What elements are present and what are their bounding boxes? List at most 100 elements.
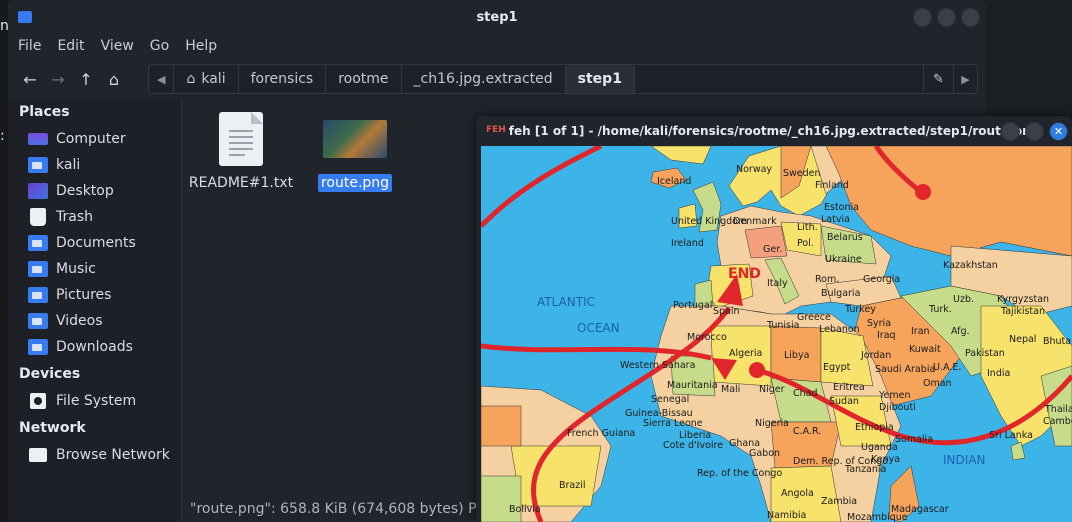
map-place-label: Finland	[815, 180, 849, 191]
end-label: END	[728, 266, 761, 282]
map-place-label: Estonia	[824, 202, 859, 213]
maximize-button[interactable]	[1025, 122, 1044, 141]
image-viewer-titlebar[interactable]: FEH feh [1 of 1] - /home/kali/forensics/…	[476, 116, 1072, 146]
map-place-label: Uzb.	[953, 294, 974, 305]
sidebar-item-documents[interactable]: Documents	[8, 230, 181, 256]
breadcrumb-forensics[interactable]: forensics	[239, 65, 327, 93]
sidebar-item-label: Trash	[56, 209, 93, 225]
map-place-label: Libya	[784, 350, 809, 361]
map-place-label: Tunisia	[766, 320, 799, 331]
map-place-label: Iran	[911, 326, 930, 337]
map-place-label: Ukraine	[825, 254, 862, 265]
sidebar-item-trash[interactable]: Trash	[8, 204, 181, 230]
folder-icon	[18, 11, 32, 23]
map-place-label: Syria	[867, 318, 891, 329]
map-place-label: Portugal	[673, 300, 712, 311]
sea-label: ATLANTIC	[537, 295, 595, 309]
file-item-readme[interactable]: README#1.txt	[186, 112, 296, 192]
map-place-label: Chad	[793, 388, 818, 399]
map-place-label: Sudan	[829, 396, 859, 407]
menu-bar: File Edit View Go Help	[8, 34, 986, 58]
sidebar-item-label: Desktop	[56, 183, 114, 199]
sidebar-item-browse-network[interactable]: Browse Network	[8, 442, 181, 468]
map-place-label: India	[987, 368, 1010, 379]
map-place-label: Saudi Arabia	[875, 364, 935, 375]
sidebar-item-label: Pictures	[56, 287, 112, 303]
map-place-label: Oman	[923, 378, 952, 389]
map-place-label: Turkey	[844, 304, 876, 315]
close-button[interactable]	[961, 8, 980, 27]
breadcrumb: ◀ ⌂ kali forensics rootme _ch16.jpg.extra…	[148, 64, 978, 94]
map-place-label: Afg.	[951, 326, 970, 337]
computer-icon	[28, 133, 48, 145]
maximize-button[interactable]	[937, 8, 956, 27]
home-icon[interactable]: ⌂	[100, 65, 128, 93]
map-place-label: Senegal	[651, 394, 689, 405]
map-place-label: Nigeria	[755, 418, 789, 429]
breadcrumb-rootme[interactable]: rootme	[326, 65, 402, 93]
map-place-label: Cambod.	[1043, 416, 1072, 427]
map-place-label: Somalia	[895, 434, 933, 445]
music-folder-icon	[28, 261, 48, 277]
drive-icon	[30, 393, 46, 409]
map-place-label: Tajikistan	[1000, 306, 1045, 317]
menu-edit[interactable]: Edit	[57, 38, 84, 54]
sidebar-item-label: Music	[56, 261, 96, 277]
sidebar-item-pictures[interactable]: Pictures	[8, 282, 181, 308]
map-place-label: Greece	[797, 312, 831, 323]
map-place-label: Brazil	[559, 480, 586, 491]
file-manager-titlebar[interactable]: step1	[8, 0, 986, 34]
map-place-label: Kyrgyzstan	[997, 294, 1049, 305]
sidebar-item-computer[interactable]: Computer	[8, 126, 181, 152]
sea-label: OCEAN	[577, 321, 620, 335]
map-place-label: Mali	[721, 384, 740, 395]
sidebar-item-music[interactable]: Music	[8, 256, 181, 282]
desktop-icon	[28, 183, 48, 199]
pencil-icon[interactable]: ✎	[923, 65, 953, 93]
sidebar-item-desktop[interactable]: Desktop	[8, 178, 181, 204]
minimize-button[interactable]	[1001, 122, 1020, 141]
menu-help[interactable]: Help	[185, 38, 217, 54]
map-place-label: Nepal	[1009, 334, 1036, 345]
map-place-label: Egypt	[823, 362, 851, 373]
sidebar-item-downloads[interactable]: Downloads	[8, 334, 181, 360]
sidebar-item-file-system[interactable]: File System	[8, 388, 181, 414]
breadcrumb-scroll-left-icon[interactable]: ◀	[149, 65, 175, 93]
forward-arrow-icon[interactable]: →	[44, 65, 72, 93]
window-title: feh [1 of 1] - /home/kali/forensics/root…	[508, 124, 1040, 138]
file-item-route-png[interactable]: route.png	[300, 112, 410, 192]
breadcrumb-scroll-right-icon[interactable]: ▶	[953, 65, 977, 93]
map-place-label: U.A.E.	[933, 362, 961, 373]
minimize-button[interactable]	[913, 8, 932, 27]
sidebar-item-label: kali	[56, 157, 81, 173]
menu-go[interactable]: Go	[150, 38, 169, 54]
back-arrow-icon[interactable]: ←	[16, 65, 44, 93]
documents-folder-icon	[28, 235, 48, 251]
close-button[interactable]: ✕	[1049, 122, 1068, 141]
map-place-label: Madagascar	[891, 504, 949, 515]
map-place-label: Bulgaria	[821, 288, 860, 299]
map-place-label: Algeria	[729, 348, 762, 359]
map-place-label: Uganda	[861, 442, 898, 453]
desktop-background: n :	[0, 0, 9, 522]
sidebar-item-videos[interactable]: Videos	[8, 308, 181, 334]
breadcrumb-kali[interactable]: ⌂ kali	[174, 65, 239, 93]
breadcrumb-step1[interactable]: step1	[565, 65, 635, 93]
menu-view[interactable]: View	[101, 38, 134, 54]
map-place-label: Rep. of the Congo	[697, 468, 782, 479]
up-arrow-icon[interactable]: ↑	[72, 65, 100, 93]
sidebar-item-kali[interactable]: kali	[8, 152, 181, 178]
map-place-label: Ireland	[671, 238, 704, 249]
map-place-label: Gabon	[749, 448, 780, 459]
breadcrumb-extracted[interactable]: _ch16.jpg.extracted	[402, 65, 566, 93]
map-place-label: Djibouti	[879, 402, 916, 413]
window-title: step1	[476, 9, 518, 25]
map-place-label: Namibia	[767, 510, 806, 521]
menu-file[interactable]: File	[18, 38, 41, 54]
breadcrumb-spacer	[635, 65, 923, 93]
sidebar-item-label: Downloads	[56, 339, 133, 355]
map-place-label: Iraq	[877, 330, 896, 341]
map-place-label: Sri Lanka	[989, 430, 1033, 441]
map-place-label: Iceland	[657, 176, 691, 187]
map-place-label: Ger.	[763, 244, 782, 255]
